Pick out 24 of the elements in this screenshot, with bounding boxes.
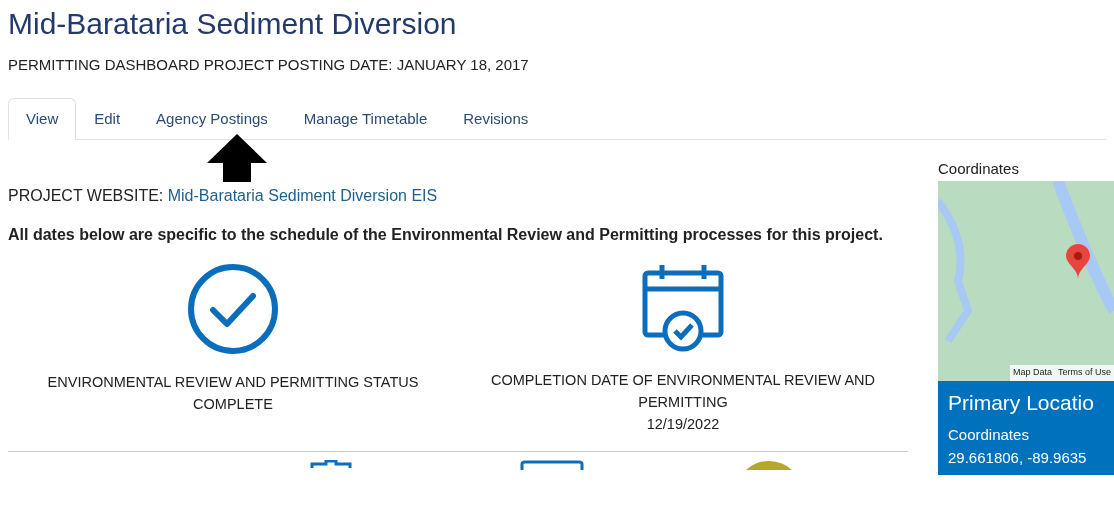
tab[interactable]: Edit xyxy=(76,97,139,140)
status-text: COMPLETE xyxy=(192,395,274,414)
tab[interactable]: Manage Timetable xyxy=(285,97,446,140)
location-title: Primary Locatio xyxy=(948,389,1094,416)
check-circle-icon xyxy=(187,263,279,355)
tab[interactable]: View xyxy=(8,97,77,140)
map-heading: Coordinates xyxy=(938,159,1020,179)
calendar-check-icon xyxy=(642,263,724,353)
notice-text: All dates below are specific to the schedule of the Environmental Review and Permitting processes for this project. xyxy=(8,225,884,245)
map-tile[interactable]: Map Data Terms of Use xyxy=(938,180,1114,381)
terms-link[interactable]: Terms of Use xyxy=(1058,366,1111,380)
coordinates-value: 29.661806, -89.9635 xyxy=(948,447,1088,468)
page-title: Mid-Barataria Sediment Diversion xyxy=(8,6,458,42)
tab[interactable]: Revisions xyxy=(445,97,547,140)
status-text: COMPLETION DATE OF ENVIRONMENTAL REVIEW AND PERMITTING xyxy=(490,371,876,412)
website-label: PROJECT WEBSITE: xyxy=(8,187,165,204)
posting-date: PERMITTING DASHBOARD PROJECT POSTING DATE: JANUARY 18, 2017 xyxy=(8,55,530,75)
up-arrow-icon xyxy=(206,133,268,183)
map-data-link[interactable]: Map Data xyxy=(1012,366,1052,380)
website-link[interactable]: Mid-Barataria Sediment Diversion EIS xyxy=(167,187,438,204)
coordinates-label: Coordinates xyxy=(948,425,1030,445)
status-text: ENVIRONMENTAL REVIEW AND PERMITTING STATUS xyxy=(46,373,420,392)
tab[interactable]: Agency Postings xyxy=(138,97,286,140)
status-text: 12/19/2022 xyxy=(645,415,721,434)
